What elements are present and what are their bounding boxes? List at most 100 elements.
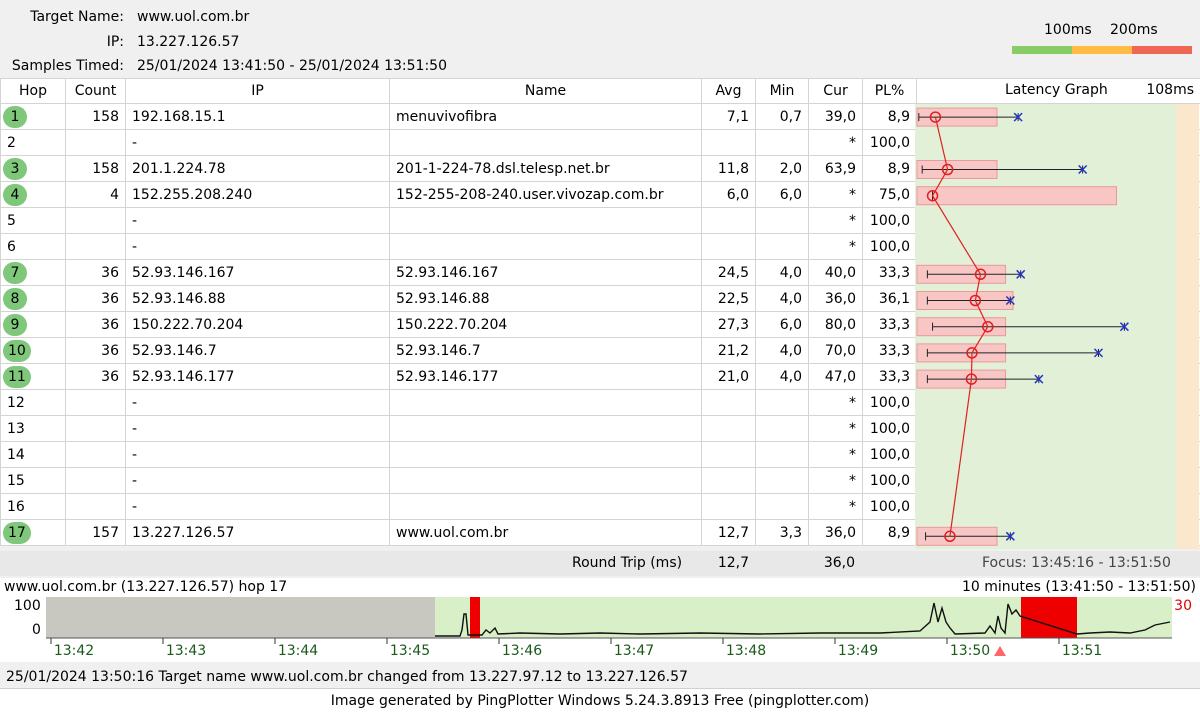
- avg-cell: 21,0: [702, 364, 756, 390]
- pl-cell: 36,1: [863, 286, 917, 312]
- scale-bar-warn: [1072, 46, 1132, 54]
- count-cell: [66, 416, 126, 442]
- name-cell: [390, 442, 702, 468]
- ip-cell: -: [126, 208, 390, 234]
- history-no-data-region: [46, 597, 435, 638]
- min-cell: 6,0: [756, 312, 809, 338]
- name-cell: 201-1-224-78.dsl.telesp.net.br: [390, 156, 702, 182]
- min-cell: [756, 416, 809, 442]
- cur-cell: 36,0: [809, 286, 863, 312]
- count-cell: [66, 390, 126, 416]
- col-cur[interactable]: Cur: [809, 79, 863, 104]
- ip-cell: 52.93.146.177: [126, 364, 390, 390]
- scale-bar-good: [1012, 46, 1072, 54]
- col-min[interactable]: Min: [756, 79, 809, 104]
- avg-cell: [702, 442, 756, 468]
- ip-cell: 52.93.146.7: [126, 338, 390, 364]
- cur-cell: *: [809, 208, 863, 234]
- name-cell: 152-255-208-240.user.vivozap.com.br: [390, 182, 702, 208]
- hop-cell: 11: [1, 364, 66, 390]
- pl-cell: 33,3: [863, 364, 917, 390]
- hop-cell: 13: [1, 416, 66, 442]
- ip-cell: 192.168.15.1: [126, 104, 390, 130]
- name-cell: [390, 234, 702, 260]
- samples-value: 25/01/2024 13:41:50 - 25/01/2024 13:51:5…: [137, 55, 447, 77]
- samples-label: Samples Timed:: [0, 55, 124, 77]
- ip-cell: -: [126, 468, 390, 494]
- cur-cell: 70,0: [809, 338, 863, 364]
- count-cell: [66, 234, 126, 260]
- hop-cell: 8: [1, 286, 66, 312]
- ip-cell: 201.1.224.78: [126, 156, 390, 182]
- count-cell: 4: [66, 182, 126, 208]
- latency-graph-max: 108ms: [1146, 82, 1194, 98]
- min-cell: [756, 234, 809, 260]
- hop-cell: 2: [1, 130, 66, 156]
- hop-number: 5: [7, 213, 16, 229]
- round-trip-row: Round Trip (ms) 12,7 36,0 Focus: 13:45:1…: [0, 551, 1200, 576]
- name-cell: 52.93.146.7: [390, 338, 702, 364]
- pl-cell: 100,0: [863, 416, 917, 442]
- min-cell: 4,0: [756, 286, 809, 312]
- avg-cell: [702, 130, 756, 156]
- ip-cell: 152.255.208.240: [126, 182, 390, 208]
- hop-number: 3: [3, 158, 27, 180]
- avg-cell: 7,1: [702, 104, 756, 130]
- target-name-value: www.uol.com.br: [137, 6, 249, 28]
- hop-number: 12: [7, 395, 25, 411]
- history-time-label: 13:43: [166, 643, 206, 659]
- avg-cell: 21,2: [702, 338, 756, 364]
- pl-cell: 8,9: [863, 156, 917, 182]
- round-trip-avg: 12,7: [718, 551, 749, 576]
- ip-cell: 13.227.126.57: [126, 520, 390, 546]
- count-cell: [66, 208, 126, 234]
- pl-cell: 33,3: [863, 312, 917, 338]
- pl-cell: 100,0: [863, 494, 917, 520]
- count-cell: 36: [66, 312, 126, 338]
- col-pl[interactable]: PL%: [863, 79, 917, 104]
- pl-cell: 100,0: [863, 468, 917, 494]
- hop-cell: 4: [1, 182, 66, 208]
- ip-label: IP:: [0, 31, 124, 53]
- min-cell: [756, 208, 809, 234]
- count-cell: 36: [66, 364, 126, 390]
- history-chart-panel[interactable]: www.uol.com.br (13.227.126.57) hop 17 10…: [0, 578, 1200, 662]
- ip-row: IP: 13.227.126.57: [0, 31, 600, 53]
- col-latency-graph[interactable]: Latency Graph 108ms: [917, 79, 1200, 104]
- ip-cell: -: [126, 130, 390, 156]
- hop-cell: 9: [1, 312, 66, 338]
- hop-number: 13: [7, 421, 25, 437]
- hop-cell: 7: [1, 260, 66, 286]
- cur-cell: *: [809, 182, 863, 208]
- hop-number: 1: [3, 106, 27, 128]
- pl-cell: 8,9: [863, 520, 917, 546]
- hop-number: 15: [7, 473, 25, 489]
- ip-cell: 150.222.70.204: [126, 312, 390, 338]
- col-hop[interactable]: Hop: [1, 79, 66, 104]
- avg-cell: 11,8: [702, 156, 756, 182]
- col-count[interactable]: Count: [66, 79, 126, 104]
- hop-number: 16: [7, 499, 25, 515]
- hop-cell: 15: [1, 468, 66, 494]
- col-name[interactable]: Name: [390, 79, 702, 104]
- history-time-label: 13:47: [614, 643, 654, 659]
- count-cell: [66, 442, 126, 468]
- round-trip-label: Round Trip (ms): [572, 551, 682, 576]
- hop-number: 7: [3, 262, 27, 284]
- name-cell: [390, 416, 702, 442]
- min-cell: 2,0: [756, 156, 809, 182]
- history-chart: 13:4213:4313:4413:4513:4613:4713:4813:49…: [0, 578, 1200, 662]
- name-cell: 150.222.70.204: [390, 312, 702, 338]
- cur-cell: 80,0: [809, 312, 863, 338]
- avg-cell: [702, 234, 756, 260]
- avg-cell: 27,3: [702, 312, 756, 338]
- focus-range: Focus: 13:45:16 - 13:51:50: [982, 551, 1171, 576]
- status-message: 25/01/2024 13:50:16 Target name www.uol.…: [6, 669, 688, 685]
- cur-cell: *: [809, 130, 863, 156]
- col-avg[interactable]: Avg: [702, 79, 756, 104]
- ip-cell: -: [126, 416, 390, 442]
- name-cell: [390, 130, 702, 156]
- hop-cell: 16: [1, 494, 66, 520]
- col-ip[interactable]: IP: [126, 79, 390, 104]
- avg-cell: 22,5: [702, 286, 756, 312]
